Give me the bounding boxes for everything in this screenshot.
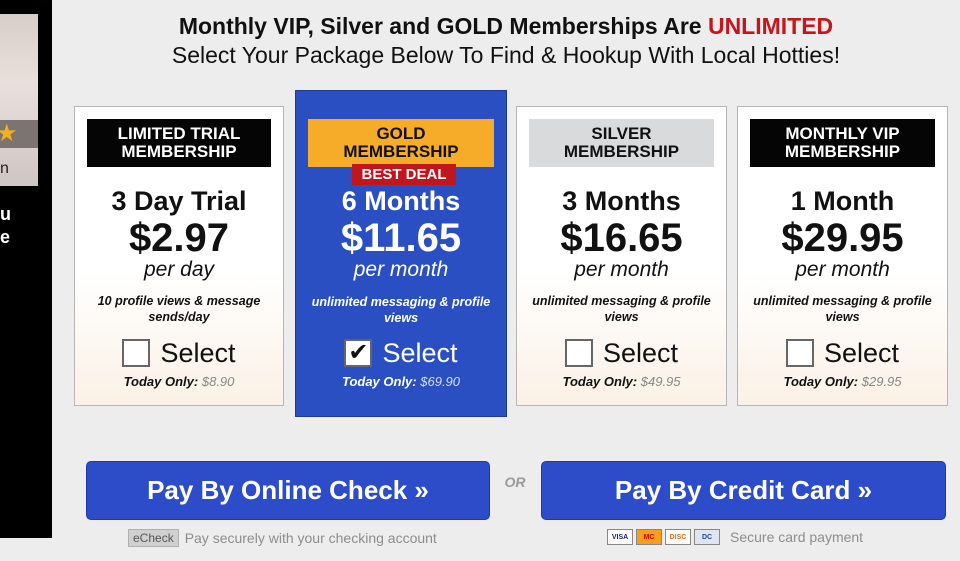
plan-card-silver[interactable]: SILVER MEMBERSHIP 3 Months $16.65 per mo… [516, 106, 727, 406]
select-label: Select [823, 338, 900, 368]
side-text-line: u [0, 204, 11, 224]
echeck-icon: eCheck [128, 529, 179, 547]
page-headline: Monthly VIP, Silver and GOLD Memberships… [52, 12, 960, 40]
discover-icon: DISC [665, 529, 691, 545]
diners-club-icon: DC [694, 529, 720, 545]
plan-card-trial[interactable]: LIMITED TRIAL MEMBERSHIP 3 Day Trial $2.… [74, 106, 284, 406]
plan-price-unit: per day [143, 258, 215, 281]
headline-accent: UNLIMITED [707, 13, 834, 39]
mastercard-icon: MC [636, 529, 662, 545]
plan-header: LIMITED TRIAL MEMBERSHIP [87, 119, 271, 167]
page-subheadline: Select Your Package Below To Find & Hook… [171, 42, 841, 68]
plan-price: $16.65 [560, 216, 683, 260]
plan-select-option[interactable]: Select [75, 338, 283, 368]
select-checkbox-checked[interactable]: ✔ [344, 339, 373, 367]
pay-by-card-button[interactable]: Pay By Credit Card » [541, 461, 946, 520]
today-only-price: Today Only: $29.95 [783, 374, 902, 389]
check-payment-note: eCheck Pay securely with your checking a… [128, 529, 437, 547]
plan-header: GOLD MEMBERSHIP [308, 119, 494, 167]
left-side-panel: ★ n u e [0, 0, 52, 538]
plan-card-gold[interactable]: GOLD MEMBERSHIP BEST DEAL 6 Months $11.6… [295, 90, 507, 417]
check-note-text: Pay securely with your checking account [184, 530, 437, 546]
plan-duration: 6 Months [341, 186, 461, 216]
plan-select-option[interactable]: ✔ Select [296, 338, 506, 368]
star-icon: ★ [0, 120, 18, 147]
plan-price-unit: per month [353, 258, 449, 281]
card-logos: VISA MC DISC DC [607, 529, 720, 545]
side-text-line: e [0, 227, 11, 247]
plan-header: MONTHLY VIP MEMBERSHIP [750, 119, 935, 167]
plan-select-option[interactable]: Select [738, 338, 947, 368]
plan-description: unlimited messaging & profile views [532, 294, 711, 324]
plan-select-option[interactable]: Select [517, 338, 726, 368]
card-note-text: Secure card payment [730, 529, 864, 545]
plan-header: SILVER MEMBERSHIP [529, 119, 714, 167]
today-only-price: Today Only: $69.90 [341, 374, 461, 389]
plan-description: unlimited messaging & profile views [753, 294, 932, 324]
checkmark-icon: ✔ [348, 339, 369, 366]
plan-price: $11.65 [340, 216, 462, 260]
today-only-price: Today Only: $8.90 [123, 374, 235, 389]
plan-card-vip[interactable]: MONTHLY VIP MEMBERSHIP 1 Month $29.95 pe… [737, 106, 948, 406]
plan-duration: 3 Months [562, 186, 681, 216]
or-separator: OR [504, 474, 526, 490]
plan-price-unit: per month [795, 258, 890, 281]
plan-description: 10 profile views & message sends/day [97, 294, 261, 324]
plan-duration: 1 Month [790, 186, 895, 216]
photo-caption: n [0, 160, 9, 177]
pay-by-check-button[interactable]: Pay By Online Check » [86, 461, 490, 520]
card-payment-note: VISA MC DISC DC Secure card payment [607, 529, 863, 545]
today-only-price: Today Only: $49.95 [562, 374, 681, 389]
select-label: Select [160, 338, 236, 368]
select-checkbox[interactable] [564, 339, 593, 367]
plan-price: $2.97 [128, 216, 230, 260]
select-checkbox[interactable] [122, 339, 151, 367]
plan-duration: 3 Day Trial [111, 186, 247, 216]
select-label: Select [602, 338, 679, 368]
headline-text: Monthly VIP, Silver and GOLD Memberships… [178, 13, 708, 39]
plan-price: $29.95 [781, 216, 904, 260]
best-deal-badge: BEST DEAL [352, 164, 456, 185]
select-checkbox[interactable] [785, 339, 814, 367]
visa-icon: VISA [607, 529, 633, 545]
plan-description: unlimited messaging & profile views [311, 295, 491, 325]
plan-price-unit: per month [574, 258, 669, 281]
select-label: Select [382, 338, 458, 368]
